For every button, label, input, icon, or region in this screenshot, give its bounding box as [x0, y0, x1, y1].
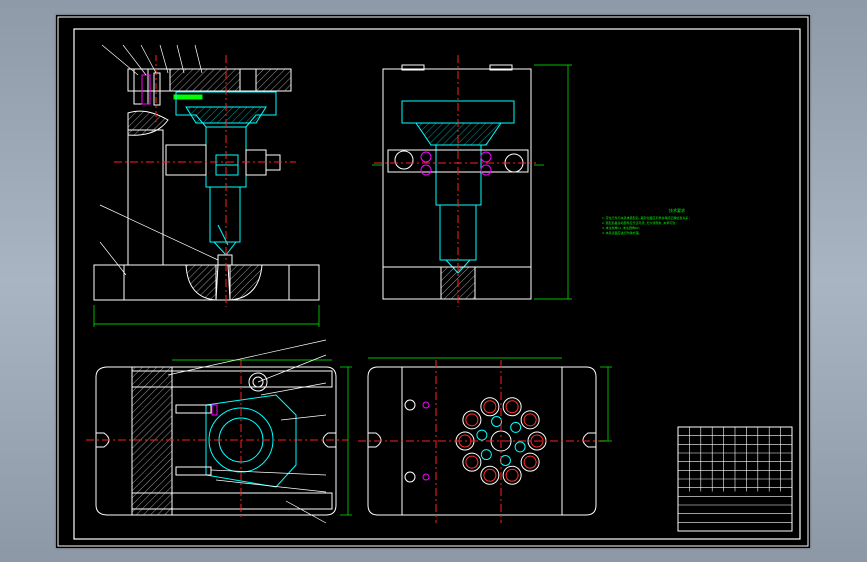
drawing-sheet: 技术要求 1.定位元件与夹具体装配后,其定位面应平整并保持正确位置关系; 2.装… — [56, 15, 810, 548]
inner-hole — [499, 455, 511, 467]
inner-hole — [514, 441, 526, 453]
inner-hole — [480, 449, 492, 461]
bushing-hole — [505, 400, 519, 414]
bushing-hole — [465, 413, 479, 427]
inner-border — [73, 28, 801, 540]
tech-requirements-title: 技术要求 — [669, 208, 685, 213]
tech-requirements: 技术要求 1.定位元件与夹具体装配后,其定位面应平整并保持正确位置关系; 2.装… — [602, 208, 752, 236]
tech-requirements-line: 4.夹具表面应进行防锈处理。 — [602, 231, 642, 235]
front-view — [93, 44, 320, 327]
top-view-right — [358, 357, 612, 523]
bushing-hole — [505, 468, 519, 482]
bushing-hole — [483, 468, 497, 482]
fixture-assembly-drawing — [57, 16, 809, 547]
bushing-hole — [465, 455, 479, 469]
title-block — [677, 426, 793, 532]
top-view-left — [86, 339, 352, 524]
bushing-hole — [523, 413, 537, 427]
inner-hole — [491, 415, 503, 427]
inner-hole — [476, 429, 488, 441]
inner-hole — [510, 421, 522, 433]
bushing-hole — [483, 400, 497, 414]
bushing-hole — [523, 455, 537, 469]
side-view — [372, 55, 572, 307]
